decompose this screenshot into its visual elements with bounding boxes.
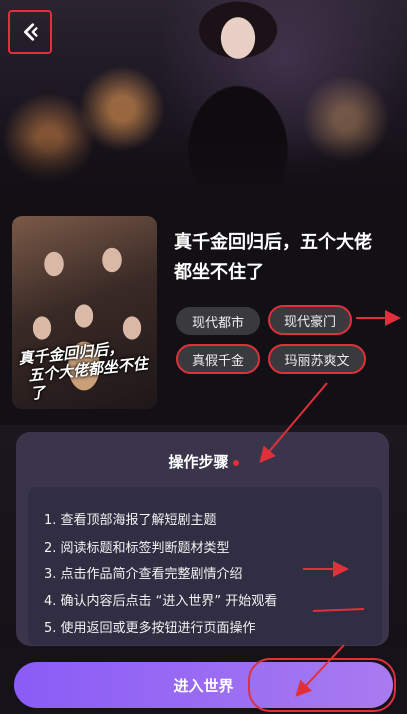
hero-fade	[0, 138, 407, 198]
tag-mary-sue[interactable]: 玛丽苏爽文	[268, 344, 366, 374]
step-item: 3. 点击作品简介查看完整剧情介绍	[44, 567, 243, 582]
hero-banner	[0, 0, 407, 198]
step-item: 1. 查看顶部海报了解短剧主题	[44, 513, 217, 528]
tag-modern-city[interactable]: 现代都市	[176, 307, 260, 335]
step-item: 5. 使用返回或更多按钮进行页面操作	[44, 621, 256, 636]
step-item: 4. 确认内容后点击 “进入世界” 开始观看	[44, 594, 278, 609]
chevron-left-icon	[24, 23, 38, 41]
tag-true-false-heiress[interactable]: 真假千金	[176, 344, 260, 374]
steps-heading: 操作步骤	[0, 451, 407, 472]
heading-dot	[232, 459, 239, 466]
drama-title-line: 真千金回归后，五个大佬	[174, 232, 372, 253]
enter-world-button[interactable]: 进入世界	[14, 662, 393, 708]
step-item: 2. 阅读标题和标签判断题材类型	[44, 541, 230, 556]
steps-heading-text: 操作步骤	[168, 453, 229, 471]
back-button[interactable]	[8, 10, 52, 54]
drama-poster[interactable]: 真千金回归后， 五个大佬都坐不住了	[12, 216, 157, 409]
drama-title-line: 都坐不住了	[174, 262, 264, 283]
tag-modern-wealthy[interactable]: 现代豪门	[268, 305, 352, 335]
poster-title: 真千金回归后， 五个大佬都坐不住了	[18, 336, 153, 403]
drama-title: 真千金回归后，五个大佬 都坐不住了	[174, 228, 399, 288]
